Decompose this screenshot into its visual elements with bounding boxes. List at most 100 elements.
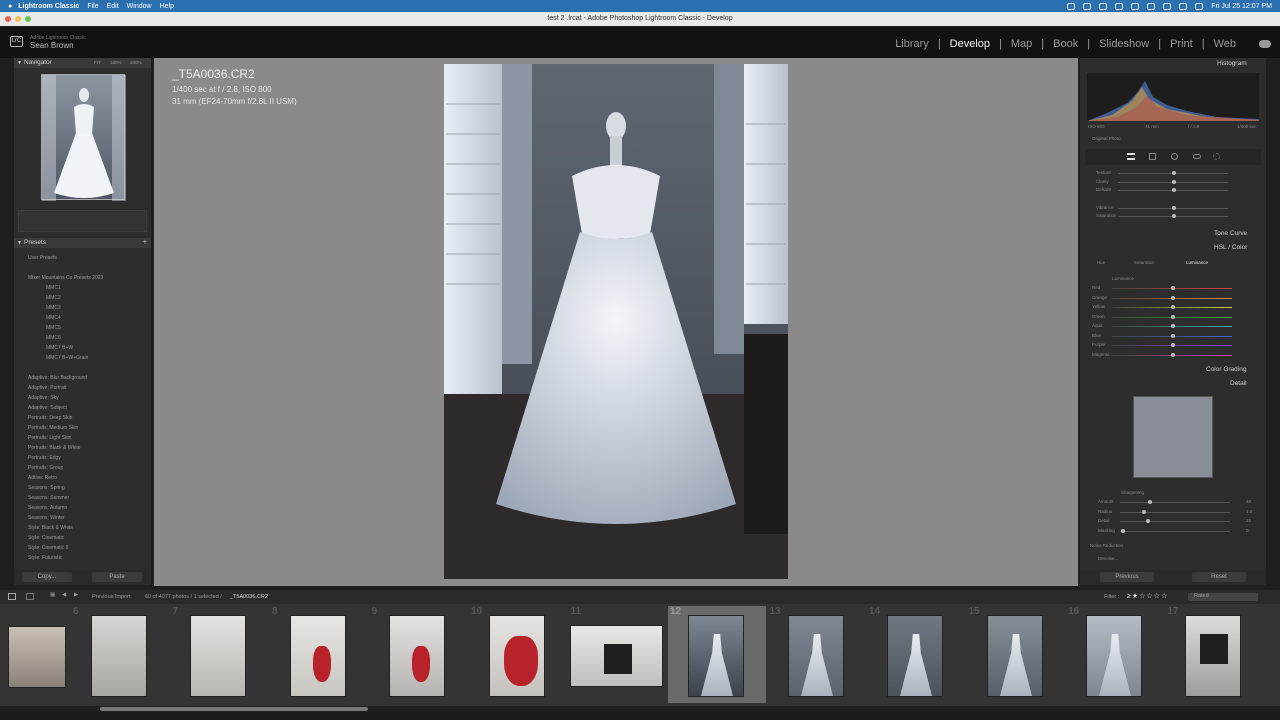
preset-item[interactable]: MMC1 [46, 285, 61, 291]
menu-file[interactable]: File [87, 3, 98, 10]
filmstrip-thumb[interactable] [887, 615, 943, 697]
edit-sliders-icon[interactable] [1127, 153, 1135, 160]
hsl-slider-thumb[interactable] [1171, 343, 1175, 347]
status-icon[interactable] [1067, 2, 1076, 10]
preset-folder[interactable]: Portraits: Medium Skin [28, 425, 78, 431]
main-photo[interactable] [444, 64, 788, 579]
sharpening-slider-track[interactable] [1120, 511, 1230, 513]
filter-preset-select[interactable]: Rated [1188, 593, 1258, 601]
denoise-button[interactable]: Denoise... [1098, 556, 1118, 561]
minimize-window-button[interactable] [15, 16, 21, 22]
sharpening-slider-track[interactable] [1120, 530, 1230, 532]
preset-item[interactable]: MMC7 B+W+Grain [46, 355, 88, 361]
navigator-header[interactable]: ▼ Navigator FIT 100% 200% [14, 58, 151, 68]
sharpening-slider-thumb[interactable] [1142, 509, 1146, 514]
module-slideshow[interactable]: Slideshow [1099, 38, 1149, 50]
forward-arrow-icon[interactable]: ▶ [74, 592, 78, 598]
grid-icon[interactable] [26, 593, 34, 600]
module-develop[interactable]: Develop [950, 38, 990, 50]
filmstrip-thumb[interactable] [688, 615, 744, 697]
cloud-sync-icon[interactable] [1259, 40, 1271, 48]
preset-item[interactable]: MMC3 [46, 305, 61, 311]
preset-folder[interactable]: Portraits: Deep Skin [28, 415, 72, 421]
preset-folder[interactable]: Portraits: Group [28, 465, 63, 471]
preset-folder[interactable]: Adaptive: Sky [28, 395, 59, 401]
source-label[interactable]: Previous Import [92, 594, 131, 600]
close-window-button[interactable] [5, 16, 11, 22]
masking-icon[interactable] [1213, 153, 1220, 160]
filmstrip-thumb[interactable] [1185, 615, 1241, 697]
hsl-slider-thumb[interactable] [1171, 333, 1175, 338]
previous-button[interactable]: Previous [1100, 572, 1154, 582]
slider-thumb[interactable] [1172, 206, 1176, 210]
filmstrip-thumb[interactable] [987, 615, 1043, 697]
sharpening-slider-thumb[interactable] [1146, 519, 1150, 523]
module-book[interactable]: Book [1053, 38, 1078, 50]
paste-button[interactable]: Paste [92, 572, 142, 582]
detail-preview[interactable] [1133, 396, 1213, 478]
slider-thumb[interactable] [1172, 180, 1176, 184]
preset-folder[interactable]: Seasons: Winter [28, 515, 65, 521]
original-photo-checkbox[interactable]: Original Photo [1092, 136, 1121, 141]
zoom-fit[interactable]: FIT [94, 58, 101, 68]
slider-thumb[interactable] [1172, 171, 1176, 175]
detail-header[interactable]: Detail [1230, 380, 1247, 387]
preset-folder[interactable]: Adaptive: Portrait [28, 385, 66, 391]
histogram[interactable] [1087, 73, 1259, 121]
preset-folder[interactable]: Adaptive: Blur Background [28, 375, 87, 381]
copy-button[interactable]: Copy... [22, 572, 72, 582]
histogram-title[interactable]: Histogram [1217, 60, 1247, 67]
preset-item[interactable]: MMC6 [46, 335, 61, 341]
preset-folder[interactable]: Portraits: Black & White [28, 445, 81, 451]
module-web[interactable]: Web [1214, 38, 1236, 50]
slider-thumb[interactable] [1172, 188, 1176, 192]
status-icon[interactable] [1099, 2, 1108, 10]
filmstrip-thumb[interactable] [290, 615, 346, 697]
preset-item[interactable]: MMC2 [46, 295, 61, 301]
preset-item[interactable]: MMC7 B+W [46, 345, 73, 351]
filmstrip-thumb[interactable] [1086, 615, 1142, 697]
healing-icon[interactable] [1171, 153, 1178, 160]
hsl-tab-hue[interactable]: Hue [1097, 260, 1105, 265]
filmstrip-thumb[interactable] [788, 615, 844, 697]
sharpening-slider-track[interactable] [1120, 521, 1230, 522]
sharpening-slider-track[interactable] [1120, 502, 1230, 503]
hsl-slider-thumb[interactable] [1171, 286, 1175, 290]
preset-folder[interactable]: Portraits: Edgy [28, 455, 61, 461]
menu-edit[interactable]: Edit [107, 3, 119, 10]
selected-file[interactable]: _T5A0036.CR2 [230, 594, 268, 600]
reset-button[interactable]: Reset [1192, 572, 1246, 582]
filmstrip-thumb[interactable] [190, 615, 246, 697]
status-icon[interactable] [1083, 2, 1092, 10]
filmstrip-scrollbar[interactable] [100, 707, 368, 711]
clock[interactable]: Fri Jul 25 12:07 PM [1211, 3, 1272, 10]
hsl-slider-thumb[interactable] [1171, 295, 1175, 300]
menu-window[interactable]: Window [127, 3, 152, 10]
preset-folder[interactable]: Adaptive: Subject [28, 405, 67, 411]
preset-folder[interactable]: Style: Black & White [28, 525, 73, 531]
secondary-window-icon[interactable] [8, 593, 16, 600]
navigator-preview[interactable] [41, 74, 126, 201]
filmstrip-thumb[interactable] [91, 615, 147, 697]
sharpening-slider-thumb[interactable] [1148, 500, 1152, 504]
red-eye-icon[interactable] [1193, 154, 1201, 159]
filmstrip-thumb[interactable] [570, 625, 663, 687]
preset-folder[interactable]: Style: Futuristic [28, 555, 62, 561]
module-print[interactable]: Print [1170, 38, 1193, 50]
control-center-icon[interactable] [1195, 2, 1204, 10]
preset-folder[interactable]: Adtive: Retro [28, 475, 57, 481]
filmstrip-thumb[interactable] [389, 615, 445, 697]
preset-folder[interactable]: Seasons: Summer [28, 495, 69, 501]
filmstrip-thumb[interactable] [489, 615, 545, 697]
hsl-slider-thumb[interactable] [1171, 305, 1175, 309]
module-map[interactable]: Map [1011, 38, 1032, 50]
add-preset-icon[interactable]: + [143, 238, 147, 248]
preset-item[interactable]: MMC5 [46, 325, 61, 331]
tone-curve-header[interactable]: Tone Curve [1214, 230, 1247, 237]
preset-folder[interactable]: Portraits: Light Skin [28, 435, 71, 441]
preset-folder-user[interactable]: User Presets [28, 255, 57, 261]
hsl-slider-thumb[interactable] [1171, 352, 1175, 357]
status-icon[interactable] [1131, 2, 1140, 10]
crop-icon[interactable] [1149, 153, 1156, 160]
hsl-tab-saturation[interactable]: Saturation [1134, 260, 1155, 265]
